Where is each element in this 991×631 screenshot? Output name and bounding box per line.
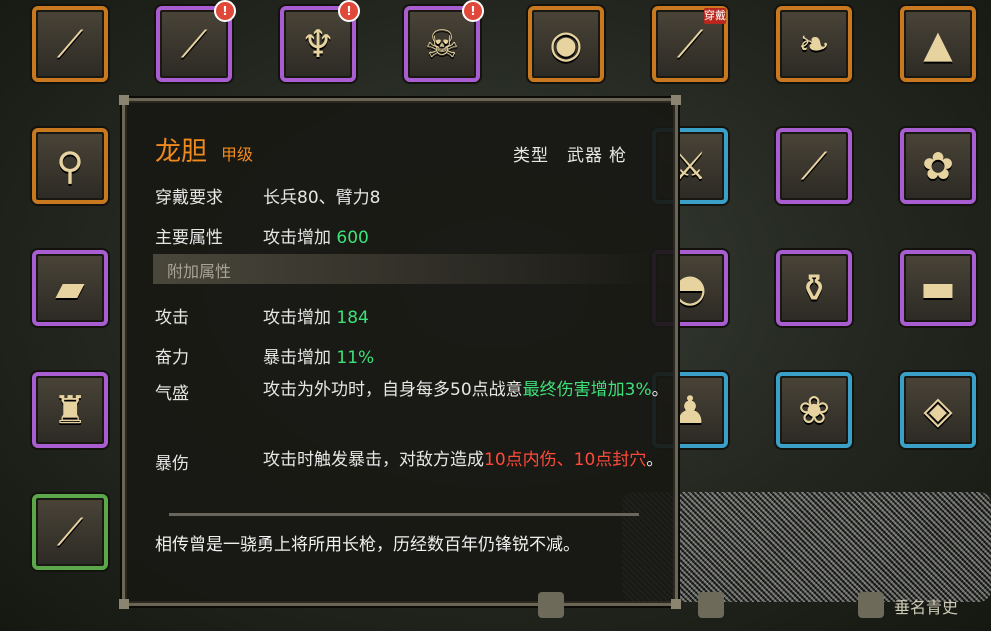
attr-text: 暴击增加 [263, 348, 331, 368]
slot-flower[interactable]: ✿ [900, 128, 976, 204]
sword-icon: ⚔ [672, 144, 708, 188]
effect-label: 暴伤 [155, 454, 189, 474]
flower-icon: ✿ [922, 144, 954, 188]
requirement-label: 穿戴要求 [155, 188, 223, 208]
attr-text: 攻击增加 [263, 308, 331, 328]
slot-peony[interactable]: ❀ [776, 372, 852, 448]
scooter-icon: ⚲ [56, 144, 84, 188]
slot-cloak[interactable]: ▲ [900, 6, 976, 82]
bottom-bar: 垂名青史 [520, 588, 991, 631]
horn-icon: ♆ [300, 22, 336, 66]
extra-attr-title: 附加属性 [167, 262, 232, 281]
type-value-1: 武器 [567, 146, 603, 166]
whetstone-icon: ▬ [920, 266, 956, 310]
effect-text: 攻击为外功时，自身每多50点战意 [263, 380, 523, 400]
jeweled-spear-icon: ⟋ [676, 21, 704, 66]
slot-scooter[interactable]: ⚲ [32, 128, 108, 204]
extra-attr-header: 附加属性 [153, 254, 653, 284]
slot-jar[interactable]: ⚱ [776, 250, 852, 326]
slot-jeweled-spear[interactable]: ⟋ 穿戴 [652, 6, 728, 82]
new-badge: ! [338, 0, 360, 22]
tooth-icon: ❧ [798, 22, 830, 66]
attr-number: 184 [336, 308, 369, 328]
new-badge: ! [462, 0, 484, 22]
helmet-icon: ◓ [673, 266, 707, 310]
main-attr-text: 攻击增加 [263, 228, 331, 248]
slot-staff[interactable]: ⟋ ! [156, 0, 236, 82]
item-grade: 甲级 [221, 145, 254, 164]
slot-seal[interactable]: ♜ [32, 372, 108, 448]
attr-label: 奋力 [155, 348, 189, 368]
item-type: 类型 武器枪 [513, 141, 645, 166]
slot-spear[interactable]: ⟋ [32, 6, 108, 82]
skull-icon: ☠ [424, 22, 460, 66]
slot-whetstone[interactable]: ▬ [900, 250, 976, 326]
attr-label: 攻击 [155, 308, 189, 328]
peony-icon: ❀ [798, 388, 830, 432]
attr-value: 暴击增加 11% [263, 343, 374, 368]
attr-value: 攻击增加 184 [263, 303, 369, 328]
attr-number: 11% [336, 348, 375, 368]
effect-text-2: 攻击时触发暴击，对敌方造成10点内伤、10点封穴。 [263, 445, 673, 475]
requirement-value: 长兵80、臂力8 [263, 188, 381, 208]
slot-skull[interactable]: ☠ ! [404, 0, 484, 82]
equipped-tag: 穿戴 [704, 8, 726, 24]
main-attr-value: 攻击增加 600 [263, 223, 369, 248]
effect-highlight: 10点内伤、10点封穴 [484, 450, 647, 470]
halberd-icon: ⟋ [800, 143, 828, 188]
bottom-item-3[interactable]: 垂名青史 [894, 594, 958, 618]
slot-scroll[interactable]: ⟋ [32, 494, 108, 570]
slot-cloth[interactable]: ◈ [900, 372, 976, 448]
trophy-icon[interactable] [538, 592, 564, 618]
tooltip-corner [671, 95, 681, 105]
new-badge: ! [214, 0, 236, 22]
effect-highlight: 最终伤害增加3% [522, 380, 652, 400]
spear-icon: ⟋ [56, 21, 84, 66]
type-label: 类型 [513, 146, 549, 166]
seal-icon: ♜ [52, 388, 88, 432]
effect-text: 攻击时触发暴击，对敌方造成 [263, 450, 484, 470]
robe-icon: ♟ [672, 388, 708, 432]
slot-halberd[interactable]: ⟋ [776, 128, 852, 204]
effect-tail: 。 [651, 380, 669, 400]
slot-card[interactable]: ▰ [32, 250, 108, 326]
item-description: 相传曾是一骁勇上将所用长枪，历经数百年仍锋锐不减。 [155, 535, 580, 555]
cloak-icon: ▲ [923, 22, 953, 66]
type-value-2: 枪 [609, 146, 627, 166]
jar-icon: ⚱ [798, 266, 830, 310]
castle-icon[interactable] [858, 592, 884, 618]
slot-shield[interactable]: ◉ [528, 6, 604, 82]
scroll-icon: ⟋ [56, 509, 84, 554]
tooltip-corner [119, 599, 129, 609]
main-attr-label: 主要属性 [155, 228, 223, 248]
face-icon[interactable] [698, 592, 724, 618]
shield-icon: ◉ [549, 22, 583, 66]
cloth-icon: ◈ [923, 388, 953, 432]
card-icon: ▰ [55, 266, 85, 310]
item-tooltip: 龙胆 甲级 类型 武器枪 穿戴要求 长兵80、臂力8 主要属性 攻击增加 600 … [119, 95, 681, 609]
slot-tooth[interactable]: ❧ [776, 6, 852, 82]
effect-label: 气盛 [155, 384, 189, 404]
item-name: 龙胆 [155, 137, 208, 167]
tooltip-corner [119, 95, 129, 105]
staff-icon: ⟋ [180, 21, 208, 66]
slot-horn[interactable]: ♆ ! [280, 0, 360, 82]
effect-text-1: 攻击为外功时，自身每多50点战意最终伤害增加3%。 [263, 375, 673, 405]
main-attr-number: 600 [336, 228, 369, 248]
tooltip-divider [169, 513, 639, 516]
effect-tail: 。 [646, 450, 664, 470]
